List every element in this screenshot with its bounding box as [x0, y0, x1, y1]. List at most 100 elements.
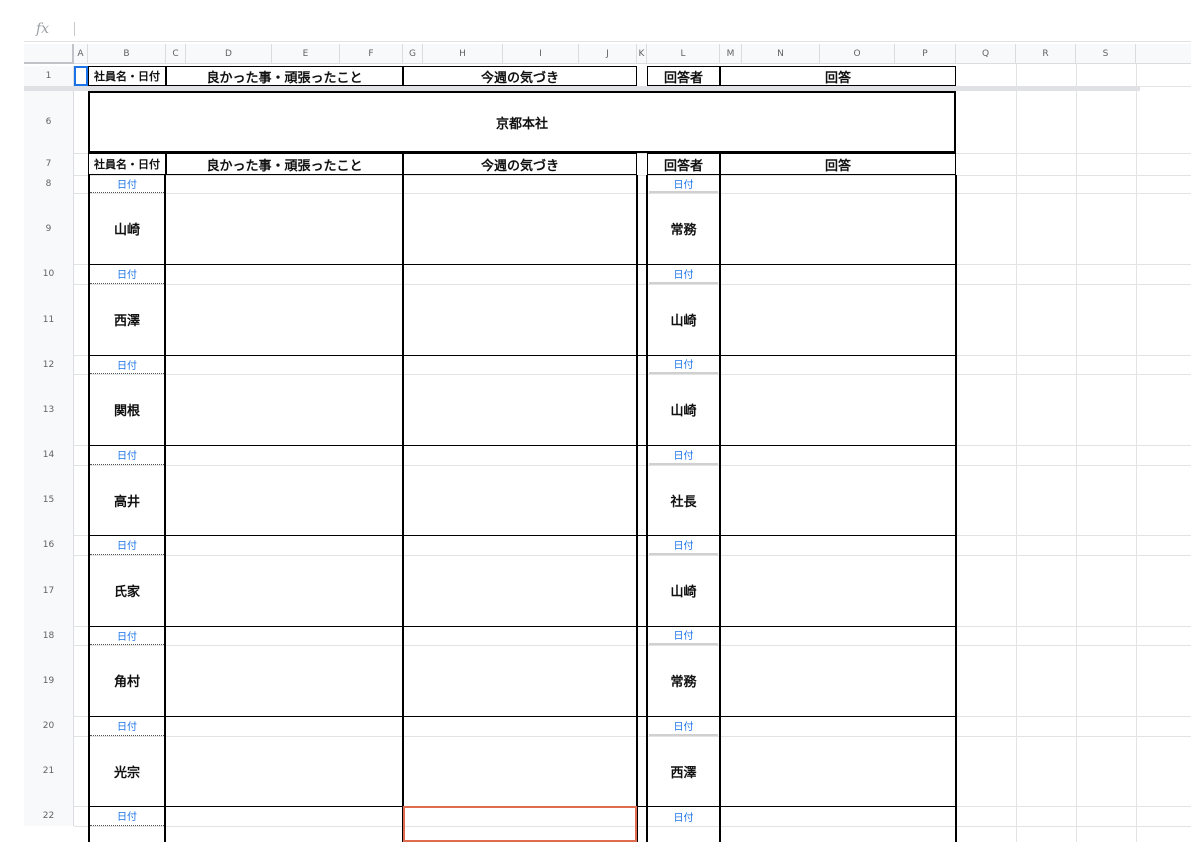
row-header-1[interactable]: 1: [24, 66, 74, 86]
header-answer[interactable]: 回答: [720, 66, 956, 86]
responder-name[interactable]: 山崎: [649, 555, 718, 626]
column-header-m[interactable]: M: [720, 44, 742, 64]
grid-line: [74, 374, 1191, 375]
row-header-9[interactable]: 9: [24, 193, 74, 264]
employee-name[interactable]: 角村: [90, 645, 164, 716]
responder-date-cell[interactable]: 日付: [649, 806, 718, 826]
employee-name[interactable]: 高井: [90, 465, 164, 535]
block-border: [955, 175, 957, 842]
row-header-17[interactable]: 17: [24, 555, 74, 626]
row-header-15[interactable]: 15: [24, 465, 74, 535]
column-header-g[interactable]: G: [403, 44, 423, 64]
row-header-11[interactable]: 11: [24, 284, 74, 355]
grid-line: [74, 555, 1191, 556]
responder-name[interactable]: 山崎: [649, 284, 718, 355]
select-all-corner[interactable]: [24, 44, 74, 64]
header-name-date[interactable]: 社員名・日付: [88, 153, 166, 175]
column-header-o[interactable]: O: [820, 44, 895, 64]
row-header-8[interactable]: 8: [24, 175, 74, 193]
date-cell[interactable]: 日付: [90, 806, 164, 826]
row-header-21[interactable]: 21: [24, 736, 74, 806]
column-header-p[interactable]: P: [895, 44, 956, 64]
responder-date-cell[interactable]: 日付: [649, 716, 718, 736]
responder-date-cell[interactable]: 日付: [649, 445, 718, 465]
responder-name[interactable]: 社長: [649, 465, 718, 535]
formula-bar[interactable]: [24, 18, 1191, 42]
row-header-12[interactable]: 12: [24, 355, 74, 374]
date-cell[interactable]: 日付: [90, 175, 164, 193]
selected-cell-a1[interactable]: [74, 66, 88, 86]
block-border: [646, 175, 648, 842]
column-header-b[interactable]: B: [88, 44, 166, 64]
grid-line: [1016, 64, 1017, 842]
block-border: [88, 445, 956, 446]
responder-date-cell[interactable]: 日付: [649, 535, 718, 555]
employee-name[interactable]: 光宗: [90, 736, 164, 806]
grid-line: [1136, 64, 1137, 842]
active-cell-g22[interactable]: [403, 806, 637, 842]
column-header-l[interactable]: L: [647, 44, 720, 64]
column-header-a[interactable]: A: [74, 44, 88, 64]
block-border: [88, 355, 956, 356]
responder-date-cell[interactable]: 日付: [649, 626, 718, 645]
header-answer[interactable]: 回答: [720, 153, 956, 175]
row-header-14[interactable]: 14: [24, 445, 74, 465]
header-insight[interactable]: 今週の気づき: [403, 66, 637, 86]
row-header-6[interactable]: 6: [24, 91, 74, 153]
block-border: [719, 175, 721, 842]
date-cell[interactable]: 日付: [90, 445, 164, 465]
column-header-i[interactable]: I: [503, 44, 579, 64]
header-good[interactable]: 良かった事・頑張ったこと: [166, 153, 403, 175]
responder-name[interactable]: 山崎: [649, 374, 718, 445]
header-insight[interactable]: 今週の気づき: [403, 153, 637, 175]
date-cell[interactable]: 日付: [90, 535, 164, 555]
column-header-e[interactable]: E: [272, 44, 340, 64]
date-cell[interactable]: 日付: [90, 264, 164, 284]
column-header-c[interactable]: C: [166, 44, 186, 64]
column-header-j[interactable]: J: [579, 44, 637, 64]
column-header-k[interactable]: K: [637, 44, 647, 64]
responder-name[interactable]: 西澤: [649, 736, 718, 806]
block-border: [88, 264, 956, 265]
responder-date-cell[interactable]: 日付: [649, 175, 718, 193]
column-header-n[interactable]: N: [742, 44, 820, 64]
header-responder[interactable]: 回答者: [647, 153, 720, 175]
grid-line: [74, 645, 1191, 646]
date-cell[interactable]: 日付: [90, 716, 164, 736]
header-name-date[interactable]: 社員名・日付: [88, 66, 166, 86]
date-cell[interactable]: 日付: [90, 626, 164, 645]
block-border: [88, 175, 90, 842]
column-header-r[interactable]: R: [1016, 44, 1076, 64]
responder-name[interactable]: 常務: [649, 645, 718, 716]
row-header-22[interactable]: 22: [24, 806, 74, 826]
employee-name[interactable]: 西澤: [90, 284, 164, 355]
block-border: [636, 175, 638, 842]
grid-line: [74, 193, 1191, 194]
responder-date-cell[interactable]: 日付: [649, 355, 718, 374]
column-header-d[interactable]: D: [186, 44, 272, 64]
header-responder[interactable]: 回答者: [647, 66, 720, 86]
header-good[interactable]: 良かった事・頑張ったこと: [166, 66, 403, 86]
block-border: [402, 175, 404, 842]
row-header-16[interactable]: 16: [24, 535, 74, 555]
responder-name[interactable]: 常務: [649, 193, 718, 264]
row-header-18[interactable]: 18: [24, 626, 74, 645]
row-header-13[interactable]: 13: [24, 374, 74, 445]
column-header-q[interactable]: Q: [956, 44, 1016, 64]
grid-line: [74, 175, 1191, 176]
fx-icon: fx: [36, 21, 50, 37]
employee-name[interactable]: 氏家: [90, 555, 164, 626]
column-header-h[interactable]: H: [423, 44, 503, 64]
date-cell[interactable]: 日付: [90, 355, 164, 374]
block-border: [88, 716, 956, 717]
row-header-19[interactable]: 19: [24, 645, 74, 716]
employee-name[interactable]: 山崎: [90, 193, 164, 264]
responder-date-cell[interactable]: 日付: [649, 264, 718, 284]
row-header-20[interactable]: 20: [24, 716, 74, 736]
row-header-7[interactable]: 7: [24, 153, 74, 175]
office-title[interactable]: 京都本社: [88, 91, 956, 153]
column-header-f[interactable]: F: [340, 44, 403, 64]
employee-name[interactable]: 関根: [90, 374, 164, 445]
column-header-s[interactable]: S: [1076, 44, 1136, 64]
row-header-10[interactable]: 10: [24, 264, 74, 284]
